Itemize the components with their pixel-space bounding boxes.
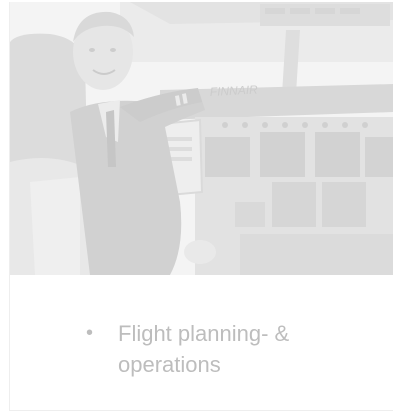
- caption-text: Flight planning- & operations: [118, 321, 290, 377]
- bullet-icon: •: [86, 322, 94, 344]
- caption-list-item: • Flight planning- & operations: [86, 318, 366, 380]
- pilot-cockpit-image: FINNAIR: [10, 2, 393, 275]
- caption-area: • Flight planning- & operations: [10, 275, 393, 410]
- cockpit-photo-illustration: FINNAIR: [10, 2, 393, 275]
- feature-card: FINNAIR • Flight planning- & operations: [9, 2, 393, 411]
